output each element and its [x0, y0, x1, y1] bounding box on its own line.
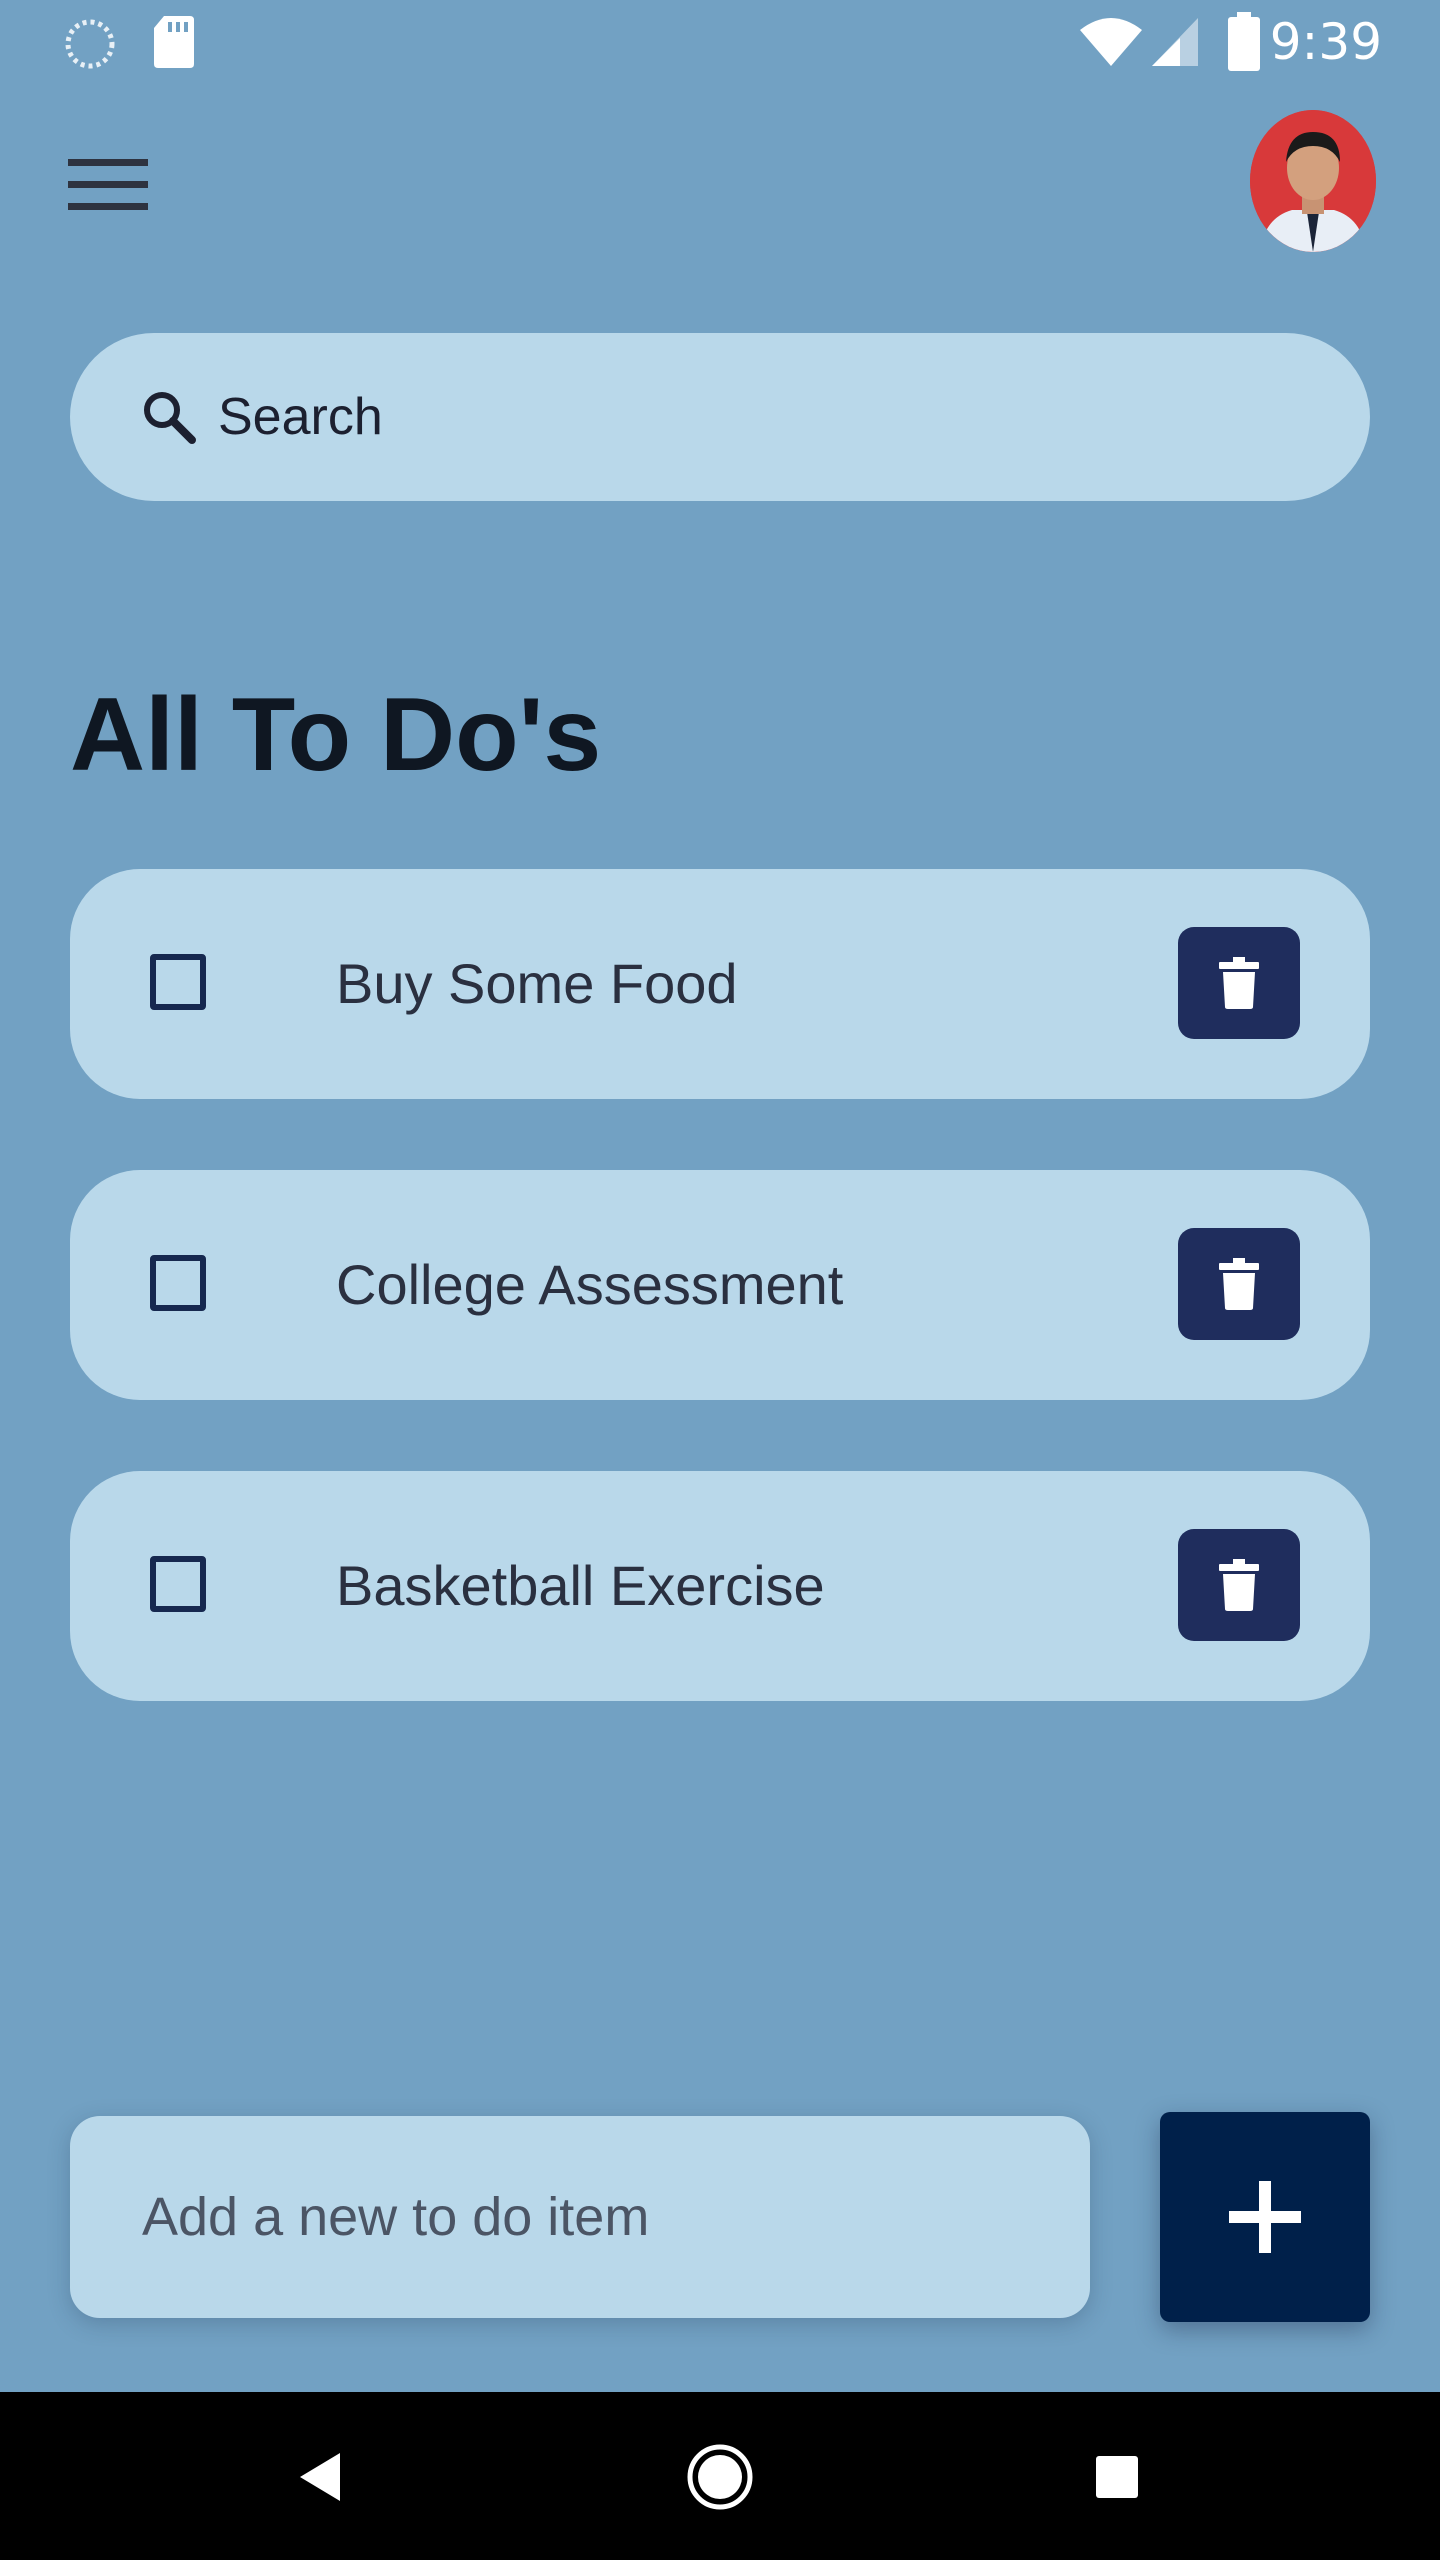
delete-button[interactable]	[1178, 1529, 1300, 1641]
trash-icon	[1219, 1559, 1259, 1611]
signal-icon	[1152, 18, 1198, 66]
trash-icon	[1219, 1258, 1259, 1310]
recents-button[interactable]	[1072, 2432, 1162, 2522]
plus-icon	[1229, 2181, 1301, 2253]
todo-item[interactable]: College Assessment	[70, 1170, 1370, 1400]
menu-button[interactable]	[60, 140, 156, 230]
todo-item[interactable]: Basketball Exercise	[70, 1471, 1370, 1701]
search-icon	[144, 392, 196, 444]
todo-checkbox[interactable]	[150, 1556, 206, 1612]
page-title: All To Do's	[70, 677, 602, 793]
search-input[interactable]	[216, 386, 1320, 448]
todo-label: Basketball Exercise	[336, 1554, 825, 1617]
search-bar[interactable]	[70, 333, 1370, 501]
todo-label: Buy Some Food	[336, 952, 738, 1015]
back-button[interactable]	[275, 2432, 365, 2522]
wifi-icon	[1080, 18, 1142, 66]
home-icon	[687, 2444, 753, 2510]
delete-button[interactable]	[1178, 1228, 1300, 1340]
new-todo-field[interactable]	[70, 2116, 1090, 2318]
avatar[interactable]	[1250, 110, 1376, 252]
sd-card-icon	[154, 16, 194, 68]
back-icon	[300, 2453, 340, 2501]
status-time: 9:39	[1269, 13, 1382, 71]
hamburger-menu-icon	[68, 159, 148, 210]
delete-button[interactable]	[1178, 927, 1300, 1039]
recents-icon	[1096, 2456, 1138, 2498]
battery-icon	[1228, 12, 1260, 71]
todo-item[interactable]: Buy Some Food	[70, 869, 1370, 1099]
system-nav-bar	[0, 2392, 1440, 2560]
new-todo-input[interactable]	[140, 2185, 1044, 2249]
user-avatar-image	[1250, 110, 1376, 252]
sync-icon	[65, 19, 115, 69]
todo-checkbox[interactable]	[150, 954, 206, 1010]
todo-label: College Assessment	[336, 1253, 844, 1316]
status-bar: 9:39	[0, 0, 1440, 84]
add-todo-button[interactable]	[1160, 2112, 1370, 2322]
todo-checkbox[interactable]	[150, 1255, 206, 1311]
trash-icon	[1219, 957, 1259, 1009]
home-button[interactable]	[675, 2432, 765, 2522]
